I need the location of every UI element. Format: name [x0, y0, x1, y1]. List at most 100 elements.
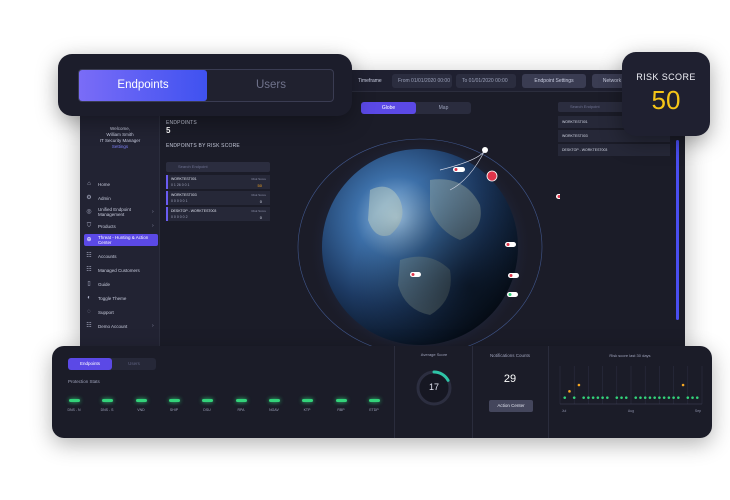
sidebar-item-label: Demo Account: [98, 323, 128, 329]
chart-point[interactable]: [653, 396, 656, 399]
endpoint-score-label: Risk Score: [251, 193, 266, 197]
status-indicator: [68, 399, 80, 402]
status-indicator: [168, 399, 180, 402]
admin-icon: ⚙: [86, 194, 92, 201]
sidebar-item-admin[interactable]: ⚙ Admin: [84, 192, 158, 204]
chart-title: Risk score last 30 days: [609, 353, 651, 358]
accounts-icon: ☷: [86, 252, 92, 259]
chart-point[interactable]: [634, 396, 638, 399]
tab-globe[interactable]: Globe: [361, 102, 416, 114]
chart-point[interactable]: [658, 396, 661, 399]
sidebar: Welcome, William Smith IT Security Manag…: [80, 92, 160, 355]
protection-item: SHIP: [162, 399, 186, 412]
chart-point[interactable]: [672, 396, 675, 399]
protection-label: DSU: [203, 408, 211, 412]
tab-endpoints[interactable]: Endpoints: [79, 70, 207, 101]
chart-point[interactable]: [686, 396, 690, 399]
chart-point[interactable]: [596, 396, 600, 399]
protection-label: ETDP: [369, 408, 379, 412]
chart-point[interactable]: [639, 396, 642, 399]
endpoint-score: 0: [259, 215, 262, 220]
timeframe-from-input[interactable]: From 01/01/2020 00:00: [392, 74, 452, 88]
endpoint-marker-dot: [411, 273, 415, 276]
chevron-right-icon: ›: [152, 222, 154, 229]
endpoints-count: 5: [166, 126, 171, 135]
guide-icon: ▯: [87, 280, 91, 287]
chart-point[interactable]: [563, 396, 567, 399]
protection-label: NGAV: [269, 408, 279, 412]
endpoint-row[interactable]: WORKTEST003 0 0 0 0 0 1 Risk Score 0: [166, 191, 270, 205]
chart-point[interactable]: [643, 396, 647, 399]
chart-point[interactable]: [568, 390, 571, 393]
chart-point[interactable]: [577, 383, 581, 387]
chart-point[interactable]: [620, 396, 623, 399]
globe-view[interactable]: [280, 120, 560, 350]
chart-point[interactable]: [601, 396, 604, 399]
sidebar-item-uem[interactable]: ◎ Unified Endpoint Management ›: [84, 206, 158, 218]
protection-label: KTP: [303, 408, 311, 412]
endpoint-marker-alert[interactable]: [486, 170, 498, 182]
chart-point[interactable]: [677, 396, 680, 399]
protection-item: KTP: [295, 399, 319, 412]
chart-point[interactable]: [615, 396, 619, 399]
status-indicator: [201, 399, 213, 402]
sidebar-item-demo-account[interactable]: ☷ Demo Account ›: [84, 320, 158, 332]
chart-point[interactable]: [591, 396, 595, 399]
notifications-label: Notifications Counts: [489, 353, 531, 358]
tab-map[interactable]: Map: [416, 102, 471, 114]
protection-item: ETDP: [362, 399, 386, 412]
globe-icon: ⊕: [86, 236, 92, 243]
endpoint-row[interactable]: WORKTEST001 0 1 26 0 0 1 Risk Score 50: [166, 175, 270, 189]
status-indicator: [235, 399, 247, 402]
chart-point[interactable]: [572, 396, 576, 399]
list-item[interactable]: DESKTOP - WORKTEST003: [558, 144, 670, 156]
chart-point[interactable]: [606, 396, 609, 399]
endpoint-marker-dot: [509, 274, 513, 277]
chart-point[interactable]: [624, 396, 628, 399]
chart-point[interactable]: [695, 396, 699, 399]
view-switch-card: Endpoints Users: [58, 54, 352, 116]
globe-view-tabs: Globe Map: [361, 102, 471, 114]
sidebar-item-products[interactable]: ⛉ Products ›: [84, 220, 158, 232]
customers-icon: ☷: [86, 266, 92, 273]
sidebar-item-accounts[interactable]: ☷ Accounts: [84, 250, 158, 262]
chart-point[interactable]: [691, 396, 694, 399]
tab-users[interactable]: Users: [207, 70, 335, 101]
sidebar-item-toggle-theme[interactable]: ◐ Toggle Theme: [84, 292, 158, 304]
sidebar-item-guide[interactable]: ▯ Guide: [84, 278, 158, 290]
bottom-tab-users[interactable]: Users: [112, 358, 156, 370]
settings-link[interactable]: Settings: [80, 144, 160, 150]
endpoint-settings-button[interactable]: Endpoint Settings: [522, 74, 586, 88]
chevron-right-icon: ›: [152, 322, 154, 329]
chart-point[interactable]: [587, 396, 590, 399]
risk-score-value: 50: [651, 85, 681, 115]
endpoints-summary: ENDPOINTS 5 ENDPOINTS BY RISK SCORE: [166, 120, 271, 149]
sidebar-item-home[interactable]: ⌂ Home: [84, 178, 158, 190]
sidebar-item-label: Threat - Hunting & Action Center: [98, 235, 149, 245]
endpoint-row[interactable]: DESKTOP - WORKTEST003 0 0 0 0 0 2 Risk S…: [166, 207, 270, 221]
protection-stats-label: Protection Stats: [68, 379, 100, 384]
protection-item: DNS - N: [62, 399, 86, 412]
timeframe-to-input[interactable]: To 01/01/2020 00:00: [456, 74, 516, 88]
sidebar-item-managed-customers[interactable]: ☷ Managed Customers: [84, 264, 158, 276]
endpoint-name: WORKTEST001: [171, 177, 197, 181]
endpoint-score-label: Risk Score: [251, 177, 266, 181]
chart-point[interactable]: [648, 396, 652, 399]
protection-item: NGAV: [262, 399, 286, 412]
scrollbar[interactable]: [676, 140, 679, 320]
divider: [472, 346, 473, 438]
chart-point[interactable]: [582, 396, 585, 399]
notifications-count: 29: [503, 373, 517, 385]
chart-point[interactable]: [681, 383, 685, 387]
sidebar-item-threat-hunting[interactable]: ⊕ Threat - Hunting & Action Center: [84, 234, 158, 246]
bottom-tab-endpoints[interactable]: Endpoints: [68, 358, 112, 370]
sidebar-item-support[interactable]: ◌ Support: [84, 306, 158, 318]
endpoint-search-input[interactable]: Search Endpoint: [166, 162, 270, 172]
sidebar-item-label: Home: [98, 181, 111, 187]
endpoint-marker[interactable]: [482, 147, 488, 153]
protection-label: DNS - S: [100, 408, 114, 412]
action-center-button[interactable]: Action Center: [489, 400, 533, 412]
risk-score-card: RISK SCORE 50: [622, 52, 710, 136]
chart-point[interactable]: [667, 396, 671, 399]
chart-point[interactable]: [662, 396, 666, 399]
